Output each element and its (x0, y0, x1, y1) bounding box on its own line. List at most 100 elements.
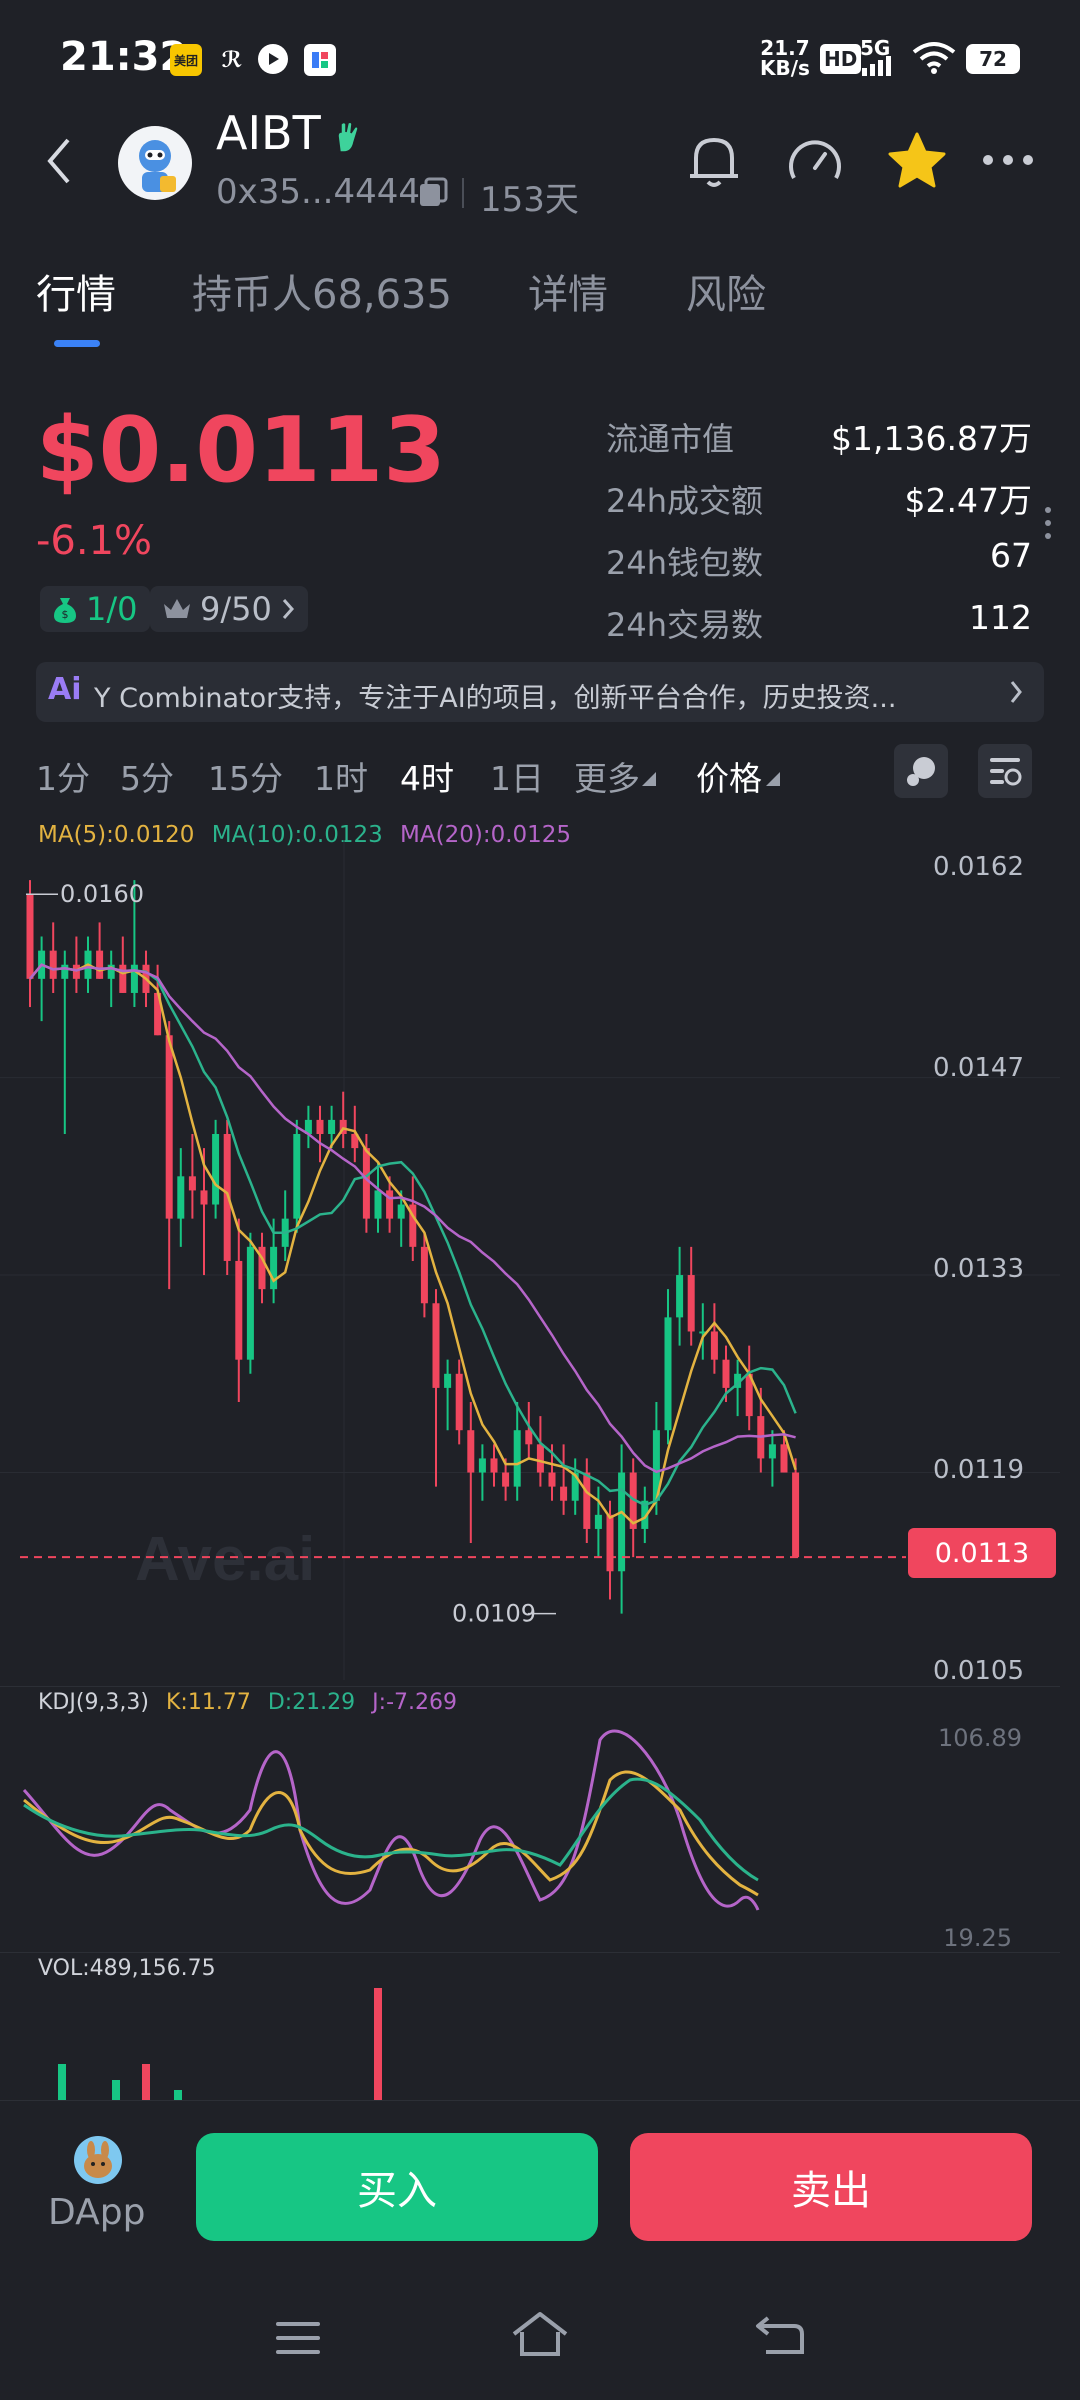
candle-body (96, 950, 104, 979)
tab-indicator (54, 340, 100, 347)
app-icon-4 (304, 44, 336, 76)
candle-body (119, 964, 127, 993)
candle-body (780, 1444, 788, 1473)
meituan-app-icon: 美团 (170, 44, 202, 76)
candle-body (502, 1472, 510, 1487)
bell-icon[interactable] (686, 132, 742, 192)
candle-body (687, 1275, 695, 1332)
verified-hand-icon (337, 121, 359, 153)
stat-label-wallets: 24h钱包数 (606, 544, 764, 582)
tf-1h[interactable]: 1时 (314, 752, 368, 800)
banner-text: Y Combinator支持，专注于AI的项目，创新平台合作，历史投资... (94, 683, 897, 714)
y-tick-2: 0.0133 (933, 1254, 1024, 1284)
token-age: 153天 (480, 180, 579, 220)
candle-body (536, 1444, 544, 1473)
vertical-more-icon[interactable] (1042, 506, 1054, 540)
candle-body (386, 1190, 394, 1219)
dapp-label[interactable]: DApp (48, 2192, 145, 2233)
tf-1d[interactable]: 1日 (490, 752, 544, 800)
tf-5m[interactable]: 5分 (120, 752, 174, 800)
candle-body (455, 1373, 463, 1431)
candle-body (293, 1134, 301, 1219)
status-time: 21:32 (60, 34, 188, 80)
kdj-min-label: 19.25 (943, 1924, 1012, 1952)
tab-holders[interactable]: 持币人68,635 (192, 262, 452, 320)
stat-value-trades: 112 (969, 598, 1032, 637)
tab-risk[interactable]: 风险 (686, 262, 766, 320)
tf-15m[interactable]: 15分 (208, 752, 283, 800)
speedometer-icon[interactable] (784, 132, 846, 194)
net-speed: 21.7 KB/s (760, 36, 810, 80)
candle-body (212, 1134, 220, 1205)
high-price-label: 0.0160 (60, 880, 144, 908)
candle-body (467, 1430, 475, 1473)
candle-body (235, 1260, 243, 1360)
menu-nav-icon[interactable] (274, 2318, 324, 2358)
candle-body (420, 1246, 428, 1304)
home-nav-icon[interactable] (510, 2310, 570, 2360)
y-tick-1: 0.0147 (933, 1053, 1024, 1083)
buy-button[interactable]: 买入 (196, 2133, 598, 2241)
y-tick-3: 0.0119 (933, 1455, 1024, 1485)
sell-button[interactable]: 卖出 (630, 2133, 1032, 2241)
volume-bar (142, 2064, 150, 2100)
candle-body (432, 1303, 440, 1388)
settings-sliders-icon (990, 758, 1022, 786)
tf-4h[interactable]: 4时 (400, 752, 454, 800)
svg-text:$: $ (62, 608, 69, 621)
holder-badge[interactable]: $ 1/0 (40, 586, 150, 632)
star-icon[interactable] (886, 130, 948, 192)
divider (462, 178, 464, 208)
hd-badge: HD (820, 44, 862, 74)
tab-details[interactable]: 详情 (528, 262, 608, 320)
dapp-icon[interactable] (74, 2136, 122, 2184)
candle-body (513, 1430, 521, 1487)
candle-body (583, 1472, 591, 1529)
watermark: Ave.ai (135, 1525, 315, 1594)
candle-body (130, 964, 138, 993)
vol-divider (0, 1952, 1060, 1953)
volume-bar (58, 2064, 66, 2100)
stat-label-trades: 24h交易数 (606, 606, 764, 644)
bubbles-icon (907, 757, 935, 786)
y-tick-4: 0.0105 (933, 1656, 1024, 1686)
chart-settings-button[interactable] (978, 744, 1032, 798)
current-price-tag: 0.0113 (908, 1528, 1056, 1578)
candle-body (548, 1472, 556, 1487)
status-bar: 21:32 美团 ℛ 21.7 KB/s HD 5G 72 (0, 0, 1080, 110)
more-icon[interactable] (980, 150, 1036, 170)
y-tick-0: 0.0162 (933, 852, 1024, 882)
dropdown-triangle-icon (642, 772, 656, 786)
signal-icon (862, 56, 891, 76)
ai-info-banner[interactable]: Ai Y Combinator支持，专注于AI的项目，创新平台合作，历史投资..… (36, 662, 1044, 722)
crown-icon (164, 599, 190, 618)
indicator-button[interactable] (894, 744, 948, 798)
crown-badge[interactable]: 9/50 (150, 586, 308, 632)
candle-body (49, 950, 57, 979)
copy-icon[interactable] (416, 176, 450, 210)
candle-body (676, 1275, 684, 1318)
candle-body (664, 1317, 672, 1431)
candle-body (490, 1458, 498, 1473)
candle-body (177, 1176, 185, 1219)
candle-body (26, 894, 34, 979)
current-price: $0.0113 (36, 398, 446, 503)
candle-body (722, 1359, 730, 1388)
tf-1m[interactable]: 1分 (36, 752, 90, 800)
candle-body (444, 1373, 452, 1388)
candle-body (61, 964, 69, 979)
wifi-icon (912, 42, 956, 74)
stat-value-mcap: $1,136.87万 (831, 419, 1032, 458)
token-address: 0x35...4444 (216, 172, 420, 212)
tf-more[interactable]: 更多 (574, 752, 640, 800)
candle-body (594, 1514, 602, 1529)
back-nav-icon[interactable] (754, 2312, 806, 2360)
volume-bar (174, 2090, 182, 2100)
back-arrow-icon[interactable] (44, 136, 74, 186)
tf-price-mode[interactable]: 价格 (696, 752, 762, 800)
chevron-right-icon (282, 599, 294, 619)
tab-market[interactable]: 行情 (36, 262, 116, 320)
candle-body (768, 1444, 776, 1459)
candle-body (374, 1190, 382, 1219)
candle-body (560, 1486, 568, 1501)
